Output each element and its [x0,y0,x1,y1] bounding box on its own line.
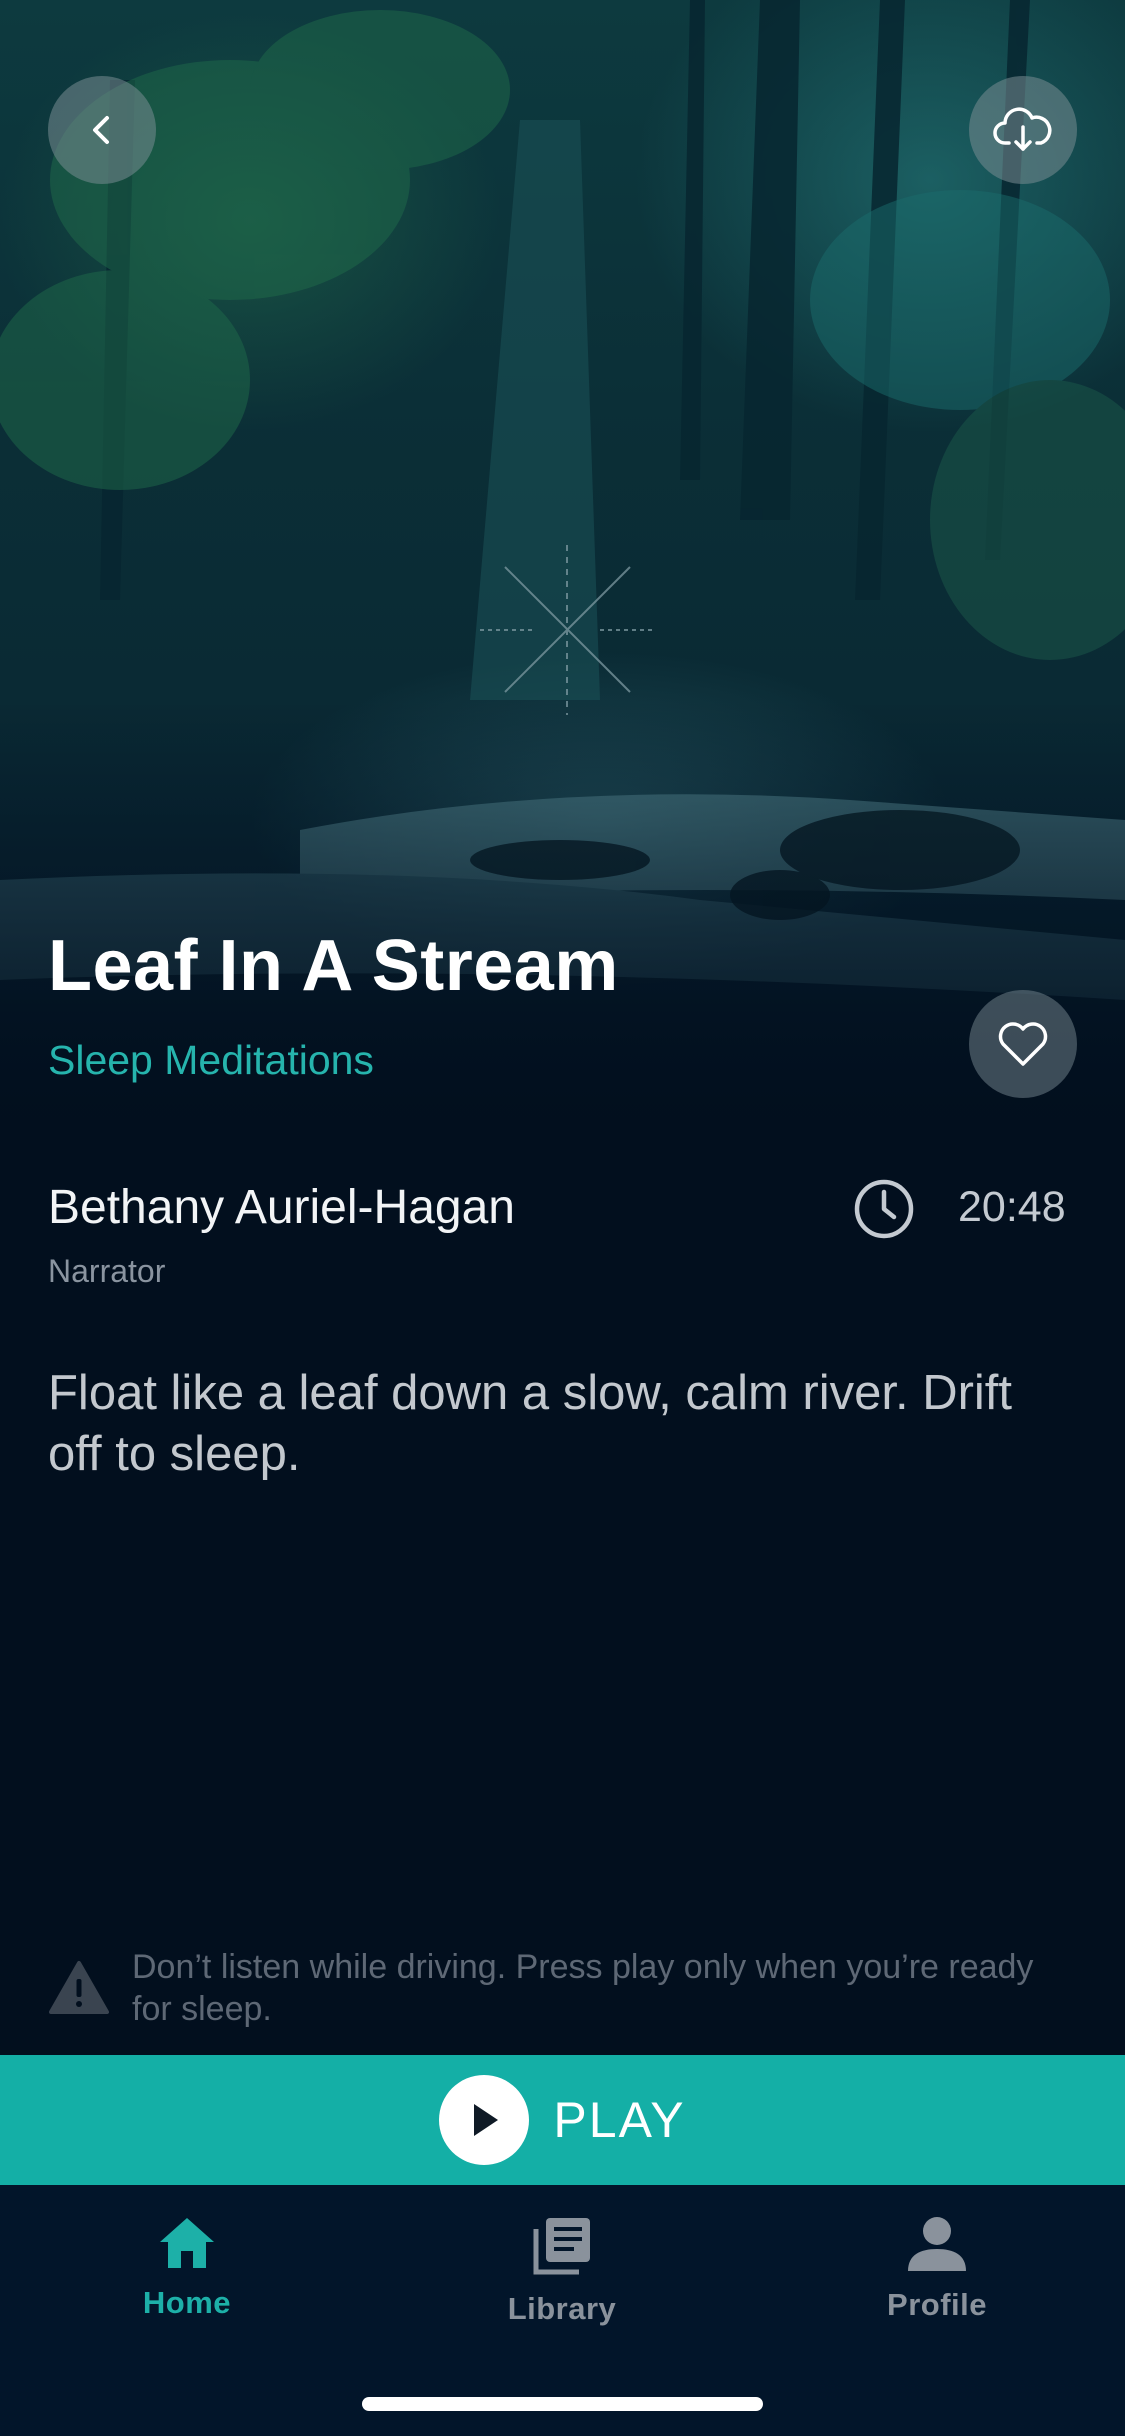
play-icon [439,2075,530,2165]
play-button[interactable]: PLAY [0,2055,1125,2185]
favorite-button[interactable] [969,990,1077,1098]
clock-icon [854,1179,914,1239]
chevron-left-icon [93,116,109,144]
play-label: PLAY [553,2092,686,2148]
library-icon [533,2218,590,2275]
tab-library-label: Library [507,2291,617,2326]
cloud-download-icon [993,107,1052,151]
track-title: Leaf In A Stream [48,926,619,1006]
home-icon [160,2218,214,2268]
warning-triangle-icon [49,1961,109,2014]
narrator-name: Bethany Auriel-Hagan [48,1181,515,1234]
tab-profile-label: Profile [887,2287,987,2322]
tab-library[interactable]: Library [452,2215,672,2327]
tab-home[interactable]: Home [77,2215,297,2321]
download-button[interactable] [969,76,1077,184]
tab-profile[interactable]: Profile [827,2215,1047,2323]
tab-home-label: Home [142,2285,232,2320]
home-indicator[interactable] [362,2397,763,2411]
narrator-role: Narrator [48,1253,166,1289]
back-button[interactable] [48,76,156,184]
category-link[interactable]: Sleep Meditations [48,1037,374,1084]
duration-text: 20:48 [958,1183,1066,1231]
heart-outline-icon [998,1022,1048,1066]
track-description: Float like a leaf down a slow, calm rive… [48,1366,1013,1481]
driving-warning-text: Don’t listen while driving. Press play o… [132,1948,1034,2028]
profile-icon [908,2217,966,2271]
